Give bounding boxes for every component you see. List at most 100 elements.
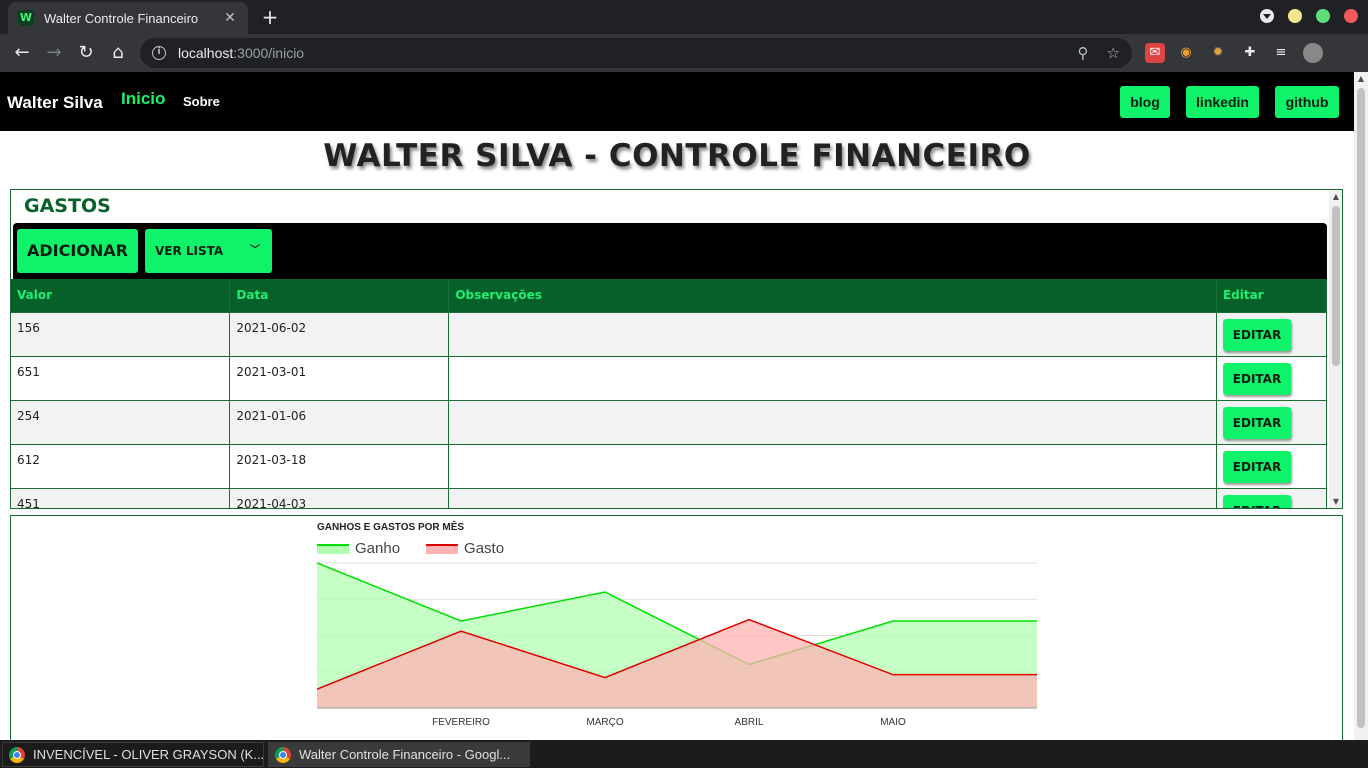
address-bar[interactable]: i localhost:3000/inicio ⚲ ☆ [140, 38, 1132, 68]
home-icon[interactable]: ⌂ [105, 40, 131, 66]
linkedin-button[interactable]: linkedin [1186, 86, 1259, 118]
browser-tabstrip: W Walter Controle Financeiro ✕ + [0, 0, 1368, 34]
cell-data: 2021-04-03 [229, 487, 450, 508]
cell-editar: EDITAR [1216, 443, 1328, 489]
nav-link-inicio[interactable]: Inicio [121, 89, 165, 109]
edit-button[interactable]: EDITAR [1222, 450, 1291, 483]
taskbar-item-label: Walter Controle Financeiro - Googl... [299, 747, 511, 762]
legend-label-ganho: Ganho [355, 540, 401, 557]
view-list-label: VER LISTA [155, 244, 224, 258]
info-icon[interactable]: i [152, 46, 166, 60]
bookmark-star-icon[interactable]: ☆ [1107, 44, 1120, 62]
edit-button[interactable]: EDITAR [1222, 362, 1291, 395]
taskbar-item[interactable]: INVENCÍVEL - OLIVER GRAYSON (K... [2, 742, 264, 767]
cell-observacoes [448, 399, 1217, 445]
cell-data: 2021-01-06 [229, 399, 450, 445]
scrollbar-thumb[interactable] [1332, 206, 1340, 366]
forward-arrow-icon[interactable]: → [41, 40, 67, 66]
gmail-extension-icon[interactable]: ✉ [1145, 43, 1165, 63]
web-page: Walter Silva Inicio Sobre blog linkedin … [0, 72, 1354, 740]
chrome-icon [9, 746, 25, 763]
close-window-button[interactable] [1344, 9, 1358, 23]
cell-editar: EDITAR [1216, 487, 1328, 508]
back-arrow-icon[interactable]: ← [9, 40, 35, 66]
column-header-editar: Editar [1216, 279, 1328, 312]
add-button[interactable]: ADICIONAR [17, 229, 138, 273]
scrollbar-thumb[interactable] [1357, 88, 1365, 728]
cell-observacoes [448, 311, 1217, 357]
legend-swatch-ganho [317, 543, 349, 554]
view-list-dropdown[interactable]: VER LISTA ﹀ [145, 229, 272, 273]
blog-button[interactable]: blog [1120, 86, 1170, 118]
chrome-icon [275, 746, 291, 763]
cell-data: 2021-03-18 [229, 443, 450, 489]
new-tab-button[interactable]: + [258, 6, 282, 30]
extensions-puzzle-icon[interactable]: ✚ [1240, 43, 1260, 63]
owl-extension-icon[interactable]: ◉ [1176, 43, 1196, 63]
table-row: 156 2021-06-02 EDITAR [11, 311, 1328, 357]
taskbar-item-active[interactable]: Walter Controle Financeiro - Googl... [268, 742, 530, 767]
window-controls [1260, 9, 1358, 23]
cell-valor: 451 [11, 487, 231, 508]
close-icon[interactable]: ✕ [222, 10, 238, 26]
x-tick-label: MARÇO [586, 717, 623, 728]
url-text[interactable]: localhost:3000/inicio [178, 45, 1060, 61]
table-row: 451 2021-04-03 EDITAR [11, 487, 1328, 508]
cell-data: 2021-06-02 [229, 311, 450, 357]
column-header-data: Data [229, 279, 450, 312]
cell-data: 2021-03-01 [229, 355, 450, 401]
cell-editar: EDITAR [1216, 355, 1328, 401]
gastos-title: GASTOS [24, 195, 111, 217]
table-header-row: Valor Data Observações Editar [11, 279, 1328, 312]
cell-observacoes [448, 355, 1217, 401]
media-queue-icon[interactable]: ≡ [1271, 43, 1291, 63]
cell-valor: 156 [11, 311, 231, 357]
chart-card: GANHOS E GASTOS POR MÊS Ganho Gasto FEVE… [10, 515, 1343, 740]
gastos-card: GASTOS ADICIONAR VER LISTA ﹀ Valor Data … [10, 189, 1343, 509]
browser-tab[interactable]: W Walter Controle Financeiro ✕ [8, 2, 248, 34]
legend-swatch-gasto [426, 543, 459, 554]
cell-editar: EDITAR [1216, 399, 1328, 445]
cell-valor: 612 [11, 443, 231, 489]
gear-extension-icon[interactable]: ✹ [1208, 43, 1228, 63]
cell-valor: 254 [11, 399, 231, 445]
browser-toolbar: ← → ↻ ⌂ i localhost:3000/inicio ⚲ ☆ ✉ ◉ … [0, 34, 1368, 72]
table-row: 254 2021-01-06 EDITAR [11, 399, 1328, 445]
column-header-observacoes: Observações [448, 279, 1217, 312]
url-host: localhost [178, 45, 234, 61]
github-button[interactable]: github [1275, 86, 1339, 118]
minimize-button[interactable] [1288, 9, 1302, 23]
cell-valor: 651 [11, 355, 231, 401]
gastos-actionbar: ADICIONAR VER LISTA ﹀ [13, 223, 1327, 279]
url-path: :3000/inicio [233, 45, 305, 61]
cell-editar: EDITAR [1216, 311, 1328, 357]
zoom-icon[interactable]: ⚲ [1078, 44, 1089, 62]
edit-button[interactable]: EDITAR [1222, 318, 1291, 351]
chart-legend: Ganho Gasto [317, 540, 504, 557]
page-scrollbar[interactable]: ▲ [1354, 72, 1368, 740]
os-taskbar: INVENCÍVEL - OLIVER GRAYSON (K... Walter… [0, 740, 1368, 768]
scroll-up-icon[interactable]: ▲ [1329, 192, 1342, 201]
tab-favicon-icon: W [18, 10, 34, 26]
area-chart: FEVEREIRO MARÇO ABRIL MAIO [317, 562, 1037, 728]
table-row: 651 2021-03-01 EDITAR [11, 355, 1328, 401]
x-tick-label: ABRIL [735, 717, 764, 728]
tab-search-icon[interactable] [1260, 9, 1274, 23]
reload-icon[interactable]: ↻ [73, 40, 99, 66]
page-title: WALTER SILVA - CONTROLE FINANCEIRO [323, 138, 1031, 174]
gastos-scrollbar[interactable]: ▲ ▼ [1329, 190, 1342, 508]
scroll-up-icon[interactable]: ▲ [1354, 74, 1368, 86]
profile-avatar[interactable] [1303, 43, 1323, 63]
brand-name[interactable]: Walter Silva [7, 93, 103, 113]
chevron-down-icon: ﹀ [250, 245, 260, 256]
scroll-down-icon[interactable]: ▼ [1329, 497, 1342, 506]
legend-label-gasto: Gasto [464, 540, 505, 557]
maximize-button[interactable] [1316, 9, 1330, 23]
table-row: 612 2021-03-18 EDITAR [11, 443, 1328, 489]
edit-button[interactable]: EDITAR [1222, 406, 1291, 439]
chart-title: GANHOS E GASTOS POR MÊS [317, 522, 465, 533]
x-tick-label: FEVEREIRO [432, 717, 490, 728]
nav-link-sobre[interactable]: Sobre [183, 94, 220, 109]
edit-button[interactable]: EDITAR [1222, 494, 1291, 508]
taskbar-item-label: INVENCÍVEL - OLIVER GRAYSON (K... [33, 747, 264, 762]
